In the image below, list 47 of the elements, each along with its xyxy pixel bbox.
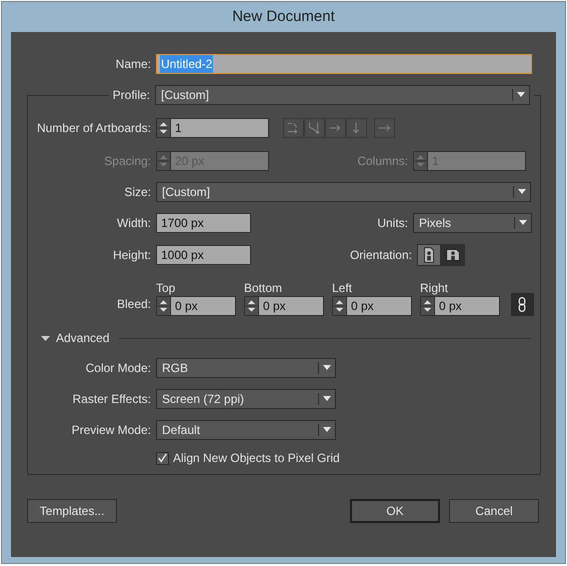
dropdown[interactable]: [Custom]	[155, 85, 530, 105]
dropdown[interactable]: Pixels	[413, 213, 532, 233]
field-label: Top	[156, 280, 176, 296]
number-field[interactable]: 0 px	[244, 296, 324, 316]
number-field[interactable]: 0 px	[332, 296, 412, 316]
dialog-button[interactable]: OK	[350, 499, 440, 523]
field-label: Orientation:	[350, 247, 412, 264]
arrange-icon[interactable]	[374, 118, 395, 138]
checkbox[interactable]	[156, 452, 169, 464]
field-label: Size:	[124, 184, 151, 201]
landscape-icon[interactable]	[441, 244, 465, 266]
field-label: Columns:	[357, 153, 408, 170]
field-label: Color Mode:	[86, 360, 151, 377]
dropdown[interactable]: RGB	[156, 358, 336, 378]
dialog-button[interactable]: Templates...	[27, 499, 117, 523]
section-heading: Advanced	[56, 330, 110, 347]
arrange-icon[interactable]	[283, 118, 304, 138]
dropdown[interactable]: Default	[156, 420, 336, 440]
portrait-icon[interactable]	[417, 244, 441, 266]
number-field[interactable]: 0 px	[420, 296, 500, 316]
field-label: Preview Mode:	[72, 422, 151, 439]
field-label: Number of Artboards:	[36, 120, 151, 137]
disclosure-triangle-icon[interactable]	[41, 334, 50, 342]
field-label: Height:	[112, 247, 151, 264]
window-title: New Document	[232, 6, 335, 27]
field-label: Left	[332, 280, 354, 296]
dropdown[interactable]: [Custom]	[156, 182, 531, 202]
field-label: Spacing:	[104, 153, 151, 170]
field-label: Units:	[377, 215, 408, 232]
dropdown[interactable]: Screen (72 ppi)	[156, 389, 336, 409]
field-label: Raster Effects:	[72, 391, 151, 408]
name-field[interactable]: Untitled-2	[156, 54, 532, 74]
field-label: Right	[420, 280, 450, 296]
checkbox-label: Align New Objects to Pixel Grid	[173, 450, 340, 467]
field-label: Name:	[116, 56, 151, 73]
field-label: Bleed:	[116, 296, 151, 313]
text-field[interactable]: 1000 px	[156, 245, 251, 265]
arrange-icon[interactable]	[346, 118, 367, 138]
dialog-button[interactable]: Cancel	[449, 499, 539, 523]
number-field[interactable]: 1	[156, 118, 269, 138]
field-label: Width:	[116, 215, 151, 232]
number-field[interactable]: 0 px	[156, 296, 236, 316]
text-field[interactable]: 1700 px	[156, 213, 251, 233]
field-label: Bottom	[244, 280, 284, 296]
arrange-icon[interactable]	[304, 118, 325, 138]
arrange-icon[interactable]	[325, 118, 346, 138]
link-icon[interactable]	[511, 293, 534, 316]
